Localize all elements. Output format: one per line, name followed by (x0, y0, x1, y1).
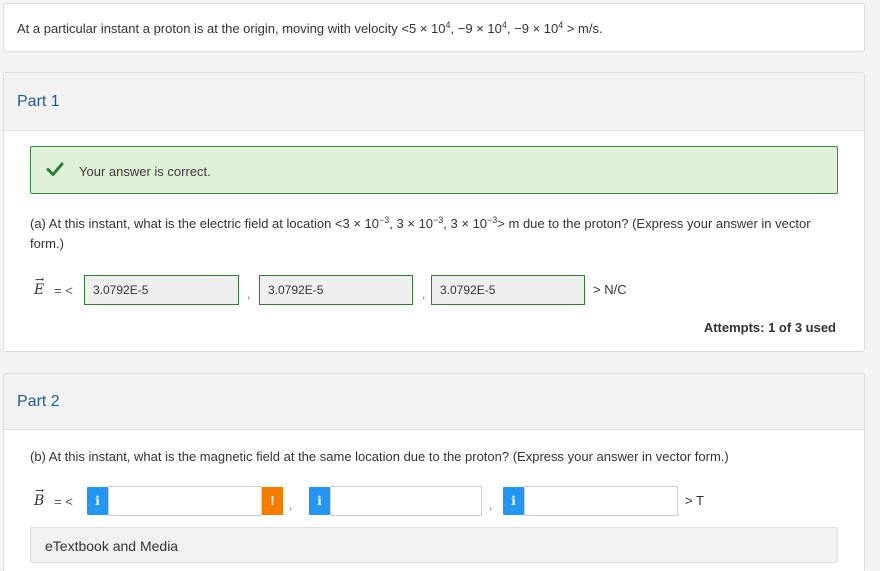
separator: , (289, 498, 293, 512)
etextbook-media-button[interactable]: eTextbook and Media (30, 527, 838, 563)
magnetic-field-answer-row: → B = < (30, 484, 73, 516)
feedback-message: Your answer is correct. (79, 164, 211, 179)
electric-field-z-input[interactable]: 3.0792E-5 (431, 275, 585, 305)
problem-statement: At a particular instant a proton is at t… (17, 20, 603, 37)
separator: , (247, 287, 251, 301)
magnetic-field-z-input[interactable] (524, 486, 678, 516)
info-icon[interactable]: i (87, 487, 108, 515)
part-1-question: (a) At this instant, what is the electri… (30, 215, 811, 252)
warning-icon[interactable]: ! (262, 487, 283, 515)
part-1-title: Part 1 (17, 93, 60, 110)
check-icon (46, 162, 64, 176)
equals-bracket: = < (54, 493, 73, 509)
magnetic-field-y-input[interactable] (330, 486, 482, 516)
electric-field-y-input[interactable]: 3.0792E-5 (259, 275, 413, 305)
electric-field-unit: > N/C (593, 282, 627, 297)
attempts-counter: Attempts: 1 of 3 used (703, 320, 836, 335)
separator: , (489, 498, 493, 512)
etextbook-label: eTextbook and Media (45, 538, 179, 554)
part-2-header[interactable]: Part 2 (4, 374, 864, 430)
info-icon[interactable]: i (309, 487, 330, 515)
vector-arrow-icon: → (35, 273, 45, 286)
magnetic-field-symbol: → B (34, 484, 45, 509)
separator: , (422, 287, 426, 301)
electric-field-answer-row: → E = < (30, 273, 73, 305)
info-icon[interactable]: i (503, 487, 524, 515)
vector-arrow-icon: → (35, 484, 45, 497)
part-2-title: Part 2 (17, 393, 60, 410)
correct-answer-banner: Your answer is correct. (30, 146, 838, 194)
part-1-card: Part 1 Your answer is correct. (a) At th… (3, 72, 865, 352)
part-2-card: Part 2 (b) At this instant, what is the … (3, 373, 865, 571)
part-1-header[interactable]: Part 1 (4, 73, 864, 131)
electric-field-x-input[interactable]: 3.0792E-5 (84, 275, 239, 305)
magnetic-field-x-input[interactable] (108, 486, 262, 516)
part-2-question: (b) At this instant, what is the magneti… (30, 449, 729, 464)
magnetic-field-unit: > T (685, 493, 704, 508)
equals-bracket: = < (54, 282, 73, 298)
electric-field-symbol: → E (34, 273, 45, 298)
problem-statement-card: At a particular instant a proton is at t… (3, 3, 865, 52)
